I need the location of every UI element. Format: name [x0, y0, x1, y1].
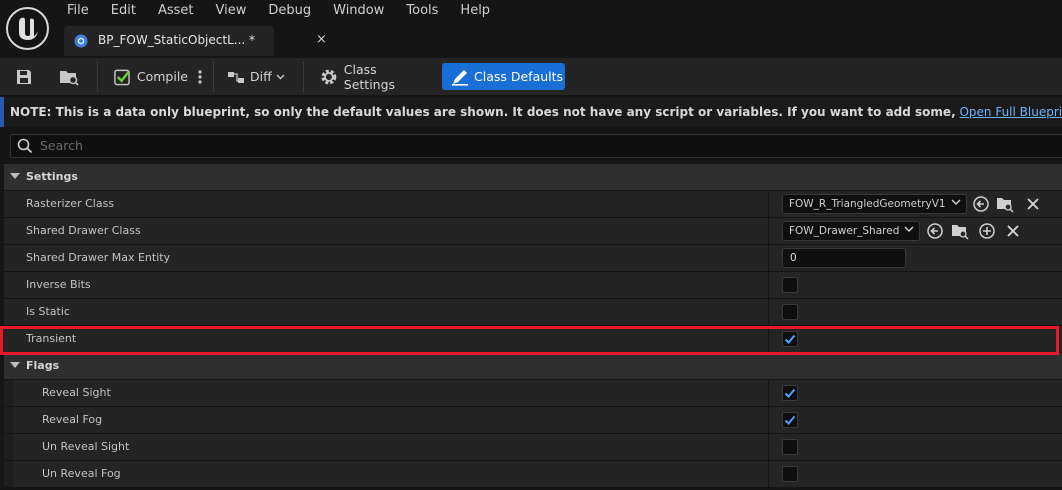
is-static-checkbox[interactable] [782, 304, 798, 320]
compile-check-icon [114, 69, 131, 85]
blueprint-icon [74, 34, 88, 48]
tab-title: BP_FOW_StaticObjectL... * [98, 33, 256, 47]
browse-folder-icon [60, 70, 79, 86]
save-button[interactable] [14, 63, 40, 90]
search-placeholder: Search [40, 138, 83, 153]
collapse-arrow-icon [10, 362, 20, 368]
property-row-inverse-bits: Inverse Bits [4, 272, 1062, 298]
menu-bar: File Edit Asset View Debug Window Tools … [56, 0, 501, 24]
open-full-editor-link[interactable]: Open Full Blueprint Editor [959, 105, 1062, 119]
asset-tab[interactable]: BP_FOW_StaticObjectL... * × [64, 26, 327, 56]
un-reveal-sight-checkbox[interactable] [782, 439, 798, 455]
diff-icon [228, 71, 244, 83]
menu-edit[interactable]: Edit [100, 0, 147, 24]
toolbar: Compile Diff Class Settings Class Defaul… [0, 58, 1062, 95]
property-row-shared-drawer-max-entity: Shared Drawer Max Entity 0 [4, 245, 1062, 271]
data-only-note: NOTE: This is a data only blueprint, so … [0, 97, 1062, 127]
chevron-down-icon [276, 74, 285, 79]
menu-debug[interactable]: Debug [257, 0, 322, 24]
menu-window[interactable]: Window [322, 0, 395, 24]
browse-folder-icon[interactable] [996, 195, 1014, 213]
compile-options-button[interactable] [194, 63, 206, 90]
menu-tools[interactable]: Tools [395, 0, 449, 24]
menu-asset[interactable]: Asset [147, 0, 205, 24]
clear-x-icon[interactable] [1024, 195, 1042, 213]
property-row-shared-drawer-class: Shared Drawer Class FOW_Drawer_Shared [4, 218, 1062, 244]
property-row-un-reveal-sight: Un Reveal Sight [4, 434, 1062, 460]
class-defaults-button[interactable]: Class Defaults [442, 63, 565, 90]
more-vertical-icon [198, 69, 202, 84]
menu-file[interactable]: File [56, 0, 100, 24]
chevron-down-icon [904, 226, 914, 232]
search-input[interactable]: Search [10, 134, 1062, 158]
diff-button[interactable]: Diff [226, 63, 288, 90]
rasterizer-class-combo[interactable]: FOW_R_TriangledGeometryV1 [782, 194, 967, 214]
browse-button[interactable] [58, 63, 84, 90]
menu-view[interactable]: View [205, 0, 258, 24]
compile-button[interactable]: Compile [113, 63, 188, 90]
reveal-fog-checkbox[interactable] [782, 412, 798, 428]
inverse-bits-checkbox[interactable] [782, 277, 798, 293]
clear-x-icon[interactable] [1004, 222, 1022, 240]
category-flags[interactable]: Flags [4, 353, 1062, 379]
property-row-is-static: Is Static [4, 299, 1062, 325]
property-row-transient: Transient [4, 326, 1062, 352]
category-settings[interactable]: Settings [4, 164, 1062, 190]
details-panel: Settings Rasterizer Class FOW_R_Triangle… [0, 162, 1062, 490]
transient-checkbox[interactable] [782, 331, 798, 347]
save-icon [17, 69, 31, 84]
reveal-sight-checkbox[interactable] [782, 385, 798, 401]
checkmark-icon [784, 388, 796, 398]
toolbar-separator [213, 61, 214, 92]
un-reveal-fog-checkbox[interactable] [782, 466, 798, 482]
browse-folder-icon[interactable] [951, 222, 969, 240]
class-settings-button[interactable]: Class Settings [319, 62, 431, 92]
shared-drawer-max-entity-input[interactable]: 0 [782, 248, 906, 268]
toolbar-separator [303, 61, 304, 92]
title-bar: File Edit Asset View Debug Window Tools … [0, 0, 1062, 58]
property-row-reveal-sight: Reveal Sight [4, 380, 1062, 406]
tab-close-icon[interactable]: × [316, 32, 327, 47]
toolbar-separator [97, 61, 98, 92]
note-text: NOTE: This is a data only blueprint, so … [10, 105, 1062, 119]
unreal-logo-icon[interactable] [6, 7, 49, 50]
checkmark-icon [784, 415, 796, 425]
checkmark-icon [784, 334, 796, 344]
collapse-arrow-icon [10, 173, 20, 179]
use-selected-arrow-icon[interactable] [972, 195, 990, 213]
menu-help[interactable]: Help [449, 0, 501, 24]
add-plus-icon[interactable] [978, 222, 996, 240]
property-row-un-reveal-fog: Un Reveal Fog [4, 461, 1062, 487]
class-defaults-icon [452, 69, 468, 86]
property-row-rasterizer-class: Rasterizer Class FOW_R_TriangledGeometry… [4, 191, 1062, 217]
shared-drawer-class-combo[interactable]: FOW_Drawer_Shared [782, 221, 920, 241]
chevron-down-icon [951, 199, 961, 205]
property-row-reveal-fog: Reveal Fog [4, 407, 1062, 433]
gear-icon [321, 69, 337, 84]
search-icon [17, 138, 33, 154]
use-selected-arrow-icon[interactable] [926, 222, 944, 240]
